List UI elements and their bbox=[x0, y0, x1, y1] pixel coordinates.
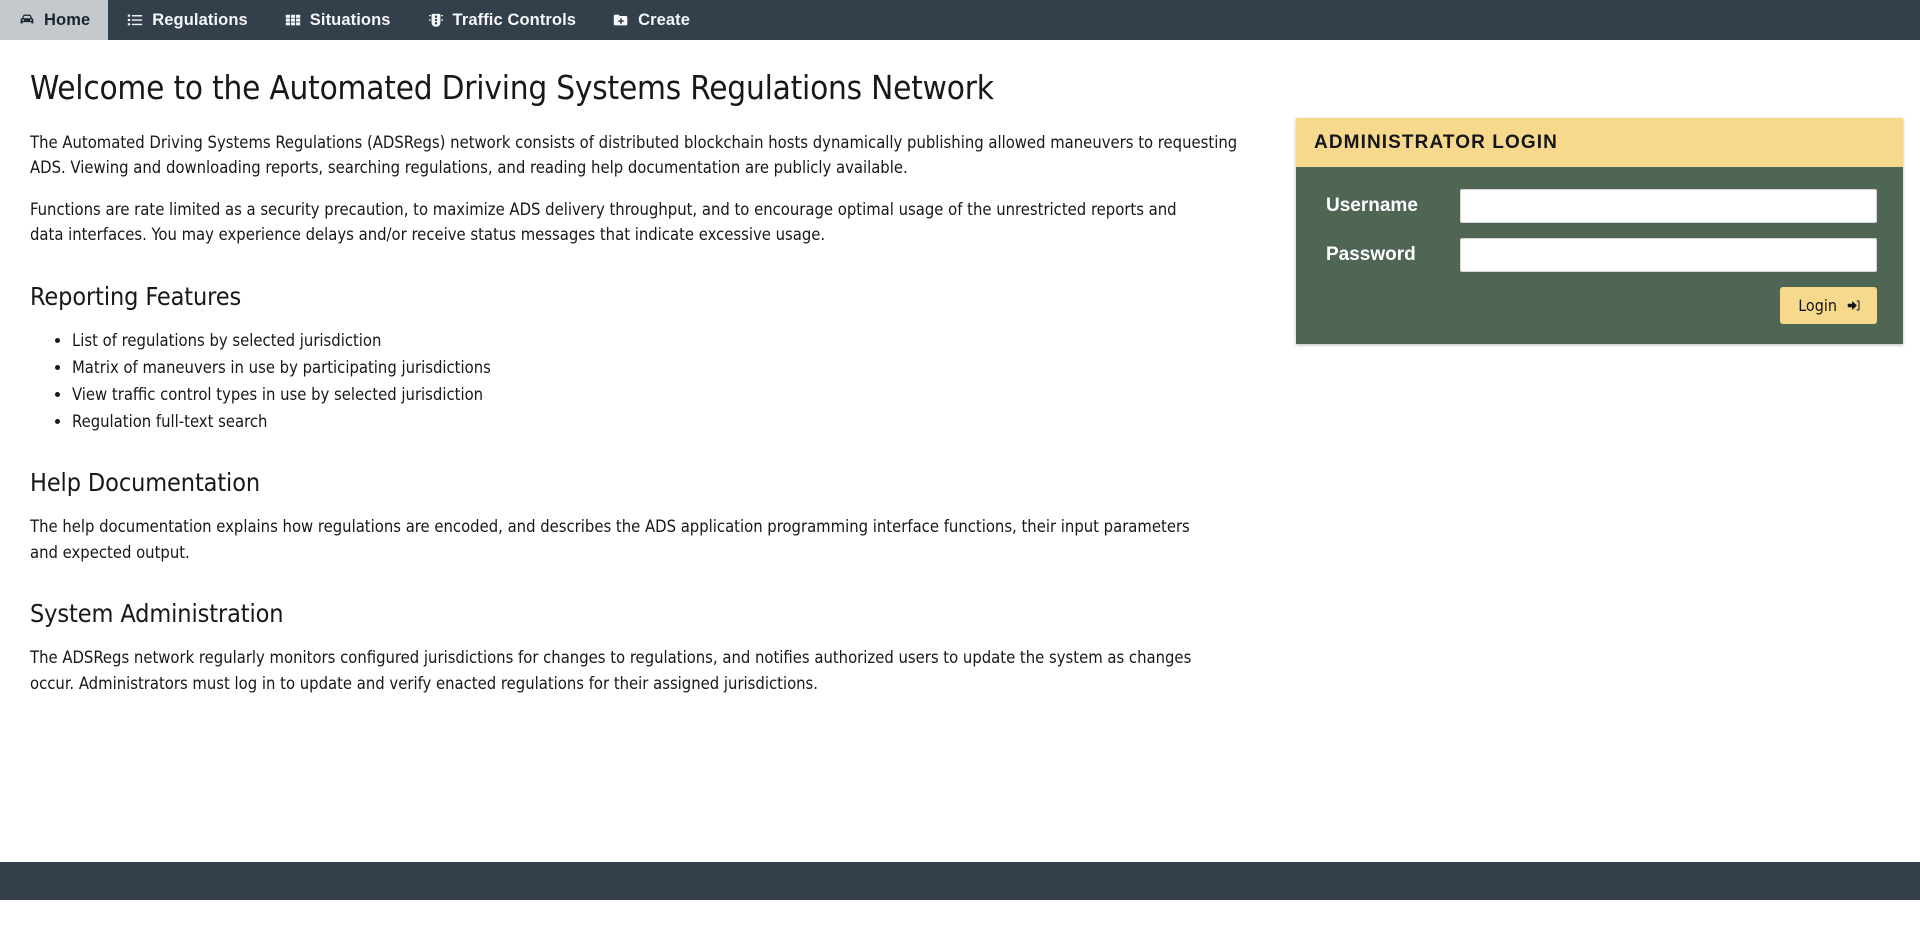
nav-item-label: Regulations bbox=[152, 10, 248, 29]
folder-plus-icon bbox=[612, 11, 630, 29]
car-icon bbox=[18, 11, 36, 29]
nav-item-label: Traffic Controls bbox=[452, 10, 577, 29]
password-label: Password bbox=[1326, 244, 1416, 265]
username-label: Username bbox=[1326, 195, 1418, 216]
login-button[interactable]: Login bbox=[1780, 287, 1877, 324]
nav-item-label: Home bbox=[44, 10, 91, 29]
sign-in-icon bbox=[1846, 298, 1861, 313]
intro-paragraph-2: Functions are rate limited as a security… bbox=[30, 199, 1177, 245]
help-documentation-heading: Help Documentation bbox=[30, 468, 261, 498]
list-item: List of regulations by selected jurisdic… bbox=[72, 328, 1270, 353]
nav-item-situations[interactable]: Situations bbox=[266, 0, 409, 40]
reporting-features-list: List of regulations by selected jurisdic… bbox=[30, 328, 1270, 434]
list-item: View traffic control types in use by sel… bbox=[72, 382, 1270, 407]
main-navbar: Home Regulations Situations Traffic Cont… bbox=[0, 0, 1920, 40]
login-panel-title: ADMINISTRATOR LOGIN bbox=[1296, 118, 1903, 167]
page-title: Welcome to the Automated Driving Systems… bbox=[30, 68, 994, 107]
list-item: Matrix of maneuvers in use by participat… bbox=[72, 355, 1270, 380]
list-item: Regulation full-text search bbox=[72, 409, 1270, 434]
traffic-light-icon bbox=[427, 11, 445, 29]
page-body: Welcome to the Automated Driving Systems… bbox=[0, 40, 1920, 900]
nav-item-home[interactable]: Home bbox=[0, 0, 109, 40]
nav-item-label: Situations bbox=[309, 10, 391, 29]
intro-paragraph-1: The Automated Driving Systems Regulation… bbox=[30, 132, 1238, 178]
administrator-login-panel: ADMINISTRATOR LOGIN Username Password Lo… bbox=[1296, 118, 1903, 344]
username-input[interactable] bbox=[1460, 189, 1877, 223]
login-actions: Login bbox=[1322, 287, 1877, 324]
password-row: Password bbox=[1322, 238, 1877, 272]
help-documentation-paragraph: The help documentation explains how regu… bbox=[30, 517, 1190, 562]
reporting-features-heading: Reporting Features bbox=[30, 281, 242, 311]
grid-icon bbox=[284, 11, 302, 29]
nav-item-create[interactable]: Create bbox=[594, 0, 708, 40]
system-administration-heading: System Administration bbox=[30, 599, 284, 629]
username-row: Username bbox=[1322, 189, 1877, 223]
password-input[interactable] bbox=[1460, 238, 1877, 272]
main-content: Welcome to the Automated Driving Systems… bbox=[30, 68, 1270, 712]
system-administration-paragraph: The ADSRegs network regularly monitors c… bbox=[30, 648, 1192, 693]
nav-item-label: Create bbox=[638, 10, 691, 29]
nav-item-regulations[interactable]: Regulations bbox=[108, 0, 266, 40]
page-footer bbox=[0, 862, 1920, 900]
login-button-label: Login bbox=[1798, 296, 1837, 315]
list-icon bbox=[126, 11, 144, 29]
login-form: Username Password Login bbox=[1296, 167, 1903, 344]
nav-item-traffic-controls[interactable]: Traffic Controls bbox=[409, 0, 595, 40]
